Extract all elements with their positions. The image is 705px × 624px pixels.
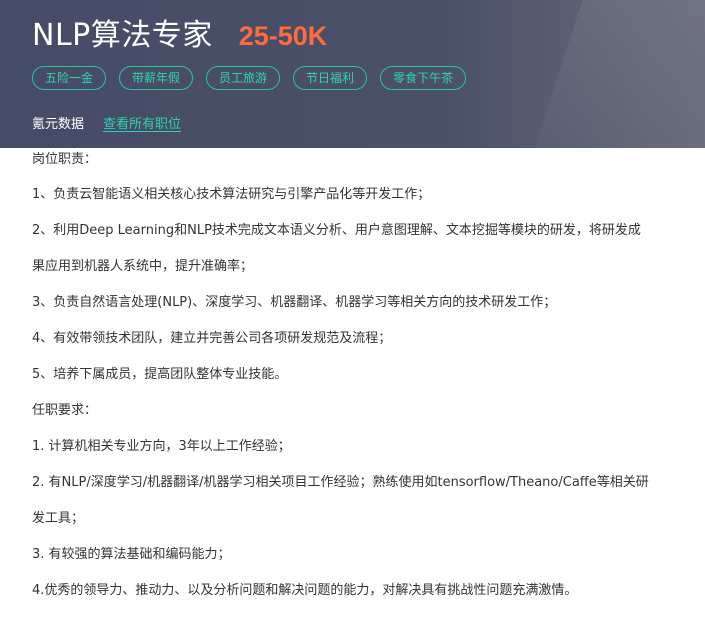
- view-all-jobs-link[interactable]: 查看所有职位: [103, 113, 181, 132]
- duty-item: 2、利用Deep Learning和NLP技术完成文本语义分析、用户意图理解、文…: [32, 223, 641, 238]
- company-row: 氪元数据 查看所有职位: [32, 113, 181, 132]
- benefit-tag: 带薪年假: [119, 66, 194, 90]
- benefit-tag: 节日福利: [293, 66, 368, 90]
- requirement-item: 3. 有较强的算法基础和编码能力；: [32, 547, 231, 562]
- section-heading-duties: 岗位职责：: [32, 152, 98, 167]
- benefit-tag: 五险一金: [32, 66, 107, 90]
- requirement-item: 1. 计算机相关专业方向，3年以上工作经验；: [32, 439, 291, 454]
- requirement-item-continued: 发工具；: [32, 511, 85, 526]
- title-row: NLP算法专家 25-50K: [32, 10, 327, 54]
- benefit-tag: 员工旅游: [206, 66, 281, 90]
- requirement-item: 2. 有NLP/深度学习/机器翻译/机器学习相关项目工作经验；熟练使用如tens…: [32, 475, 649, 490]
- job-title: NLP算法专家: [32, 18, 213, 53]
- requirement-item: 4.优秀的领导力、推动力、以及分析问题和解决问题的能力，对解决具有挑战性问题充满…: [32, 583, 578, 598]
- duty-item: 5、培养下属成员，提高团队整体专业技能。: [32, 367, 288, 382]
- section-heading-requirements: 任职要求：: [32, 403, 98, 418]
- benefit-tag: 零食下午茶: [380, 66, 467, 90]
- duty-item-continued: 果应用到机器人系统中，提升准确率；: [32, 259, 254, 274]
- duty-item: 3、负责自然语言处理(NLP)、深度学习、机器翻译、机器学习等相关方向的技术研发…: [32, 295, 557, 310]
- job-header: NLP算法专家 25-50K 五险一金 带薪年假 员工旅游 节日福利 零食下午茶…: [0, 0, 705, 148]
- company-name: 氪元数据: [32, 117, 85, 132]
- duty-item: 1、负责云智能语义相关核心技术算法研究与引擎产品化等开发工作；: [32, 187, 431, 202]
- benefit-tags: 五险一金 带薪年假 员工旅游 节日福利 零食下午茶: [32, 66, 467, 90]
- header-decoration: [523, 0, 705, 148]
- salary-range: 25-50K: [238, 21, 328, 51]
- duty-item: 4、有效带领技术团队，建立并完善公司各项研发规范及流程；: [32, 331, 392, 346]
